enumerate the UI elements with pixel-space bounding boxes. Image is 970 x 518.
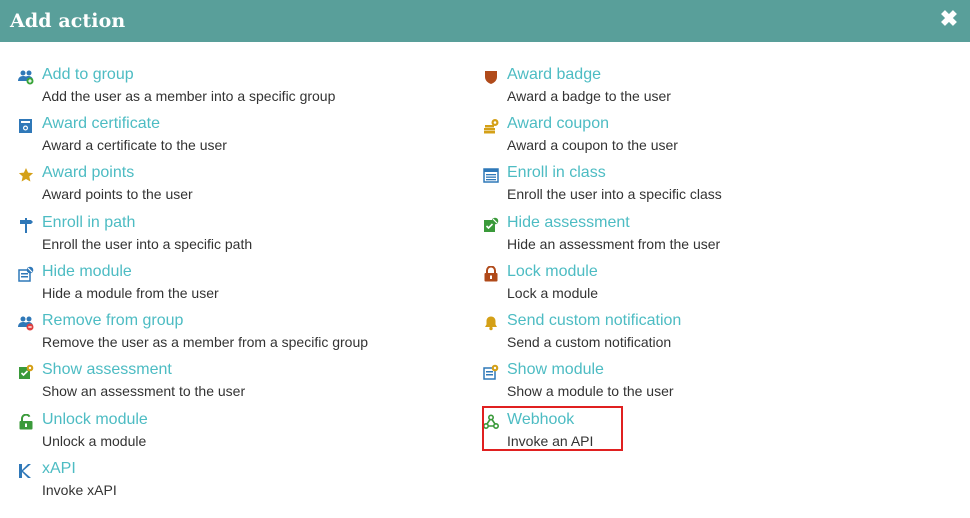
module-hide-icon (18, 266, 34, 282)
action-description: Send a custom notification (507, 334, 672, 350)
action-name[interactable]: Show module (507, 361, 604, 379)
badge-icon (483, 69, 499, 85)
action-description: Lock a module (507, 285, 599, 301)
module-show-icon (483, 364, 499, 380)
star-icon (18, 167, 34, 183)
action-name[interactable]: Enroll in path (42, 214, 135, 232)
calendar-icon (483, 167, 499, 183)
dialog-header: Add action ✖ (0, 0, 970, 42)
coupon-icon (483, 118, 499, 134)
action-description: Enroll the user into a specific class (507, 186, 722, 202)
action-description: Award a certificate to the user (42, 137, 227, 153)
action-name[interactable]: Lock module (507, 263, 598, 281)
action-name[interactable]: Add to group (42, 66, 134, 84)
action-name[interactable]: xAPI (42, 460, 76, 478)
assessment-hide-icon (483, 217, 499, 233)
webhook-highlight-box (482, 406, 623, 451)
action-description: Remove the user as a member from a speci… (42, 334, 369, 350)
action-description: Invoke xAPI (42, 482, 117, 498)
unlock-icon (18, 413, 34, 430)
action-description: Award a coupon to the user (507, 137, 678, 153)
action-name[interactable]: Hide assessment (507, 214, 630, 232)
action-description: Unlock a module (42, 433, 147, 449)
action-name[interactable]: Enroll in class (507, 164, 606, 182)
action-description: Enroll the user into a specific path (42, 236, 253, 252)
xapi-icon (18, 463, 34, 479)
action-name[interactable]: Show assessment (42, 361, 172, 379)
action-description: Add the user as a member into a specific… (42, 88, 336, 104)
action-name[interactable]: Award badge (507, 66, 601, 84)
users-add-icon (18, 69, 34, 85)
action-name[interactable]: Award points (42, 164, 134, 182)
certificate-icon (18, 118, 34, 134)
assessment-show-icon (18, 364, 34, 380)
action-description: Show a module to the user (507, 383, 674, 399)
action-name[interactable]: Award coupon (507, 115, 609, 133)
action-name[interactable]: Hide module (42, 263, 132, 281)
action-name[interactable]: Award certificate (42, 115, 160, 133)
action-description: Hide an assessment from the user (507, 236, 721, 252)
users-remove-icon (18, 315, 34, 331)
action-description: Show an assessment to the user (42, 383, 246, 399)
action-name[interactable]: Unlock module (42, 411, 148, 429)
close-icon[interactable]: ✖ (938, 8, 960, 30)
action-description: Award points to the user (42, 186, 193, 202)
dialog-title: Add action (10, 10, 126, 32)
action-description: Hide a module from the user (42, 285, 219, 301)
action-name[interactable]: Send custom notification (507, 312, 681, 330)
signpost-icon (18, 217, 34, 233)
action-name[interactable]: Remove from group (42, 312, 183, 330)
lock-icon (483, 265, 499, 282)
action-description: Award a badge to the user (507, 88, 671, 104)
bell-icon (483, 315, 499, 331)
